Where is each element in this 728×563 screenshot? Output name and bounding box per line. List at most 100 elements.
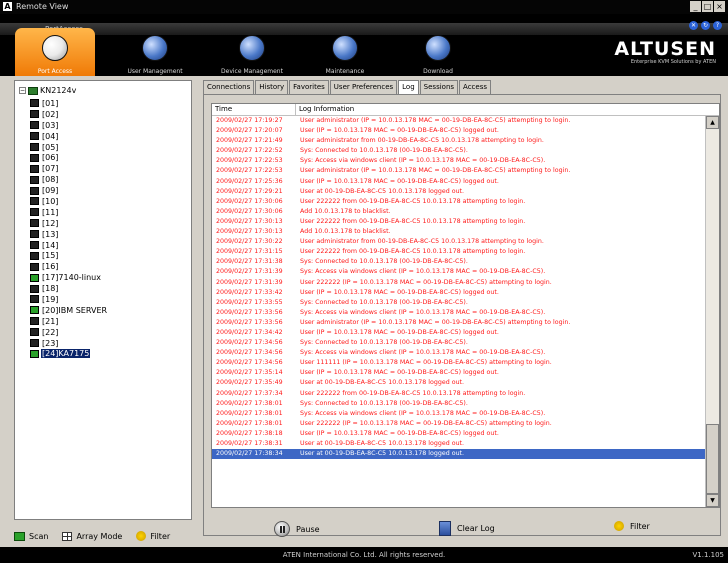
- pause-button[interactable]: Pause: [274, 521, 320, 537]
- log-row[interactable]: 2009/02/27 17:38:01 User 222222 (IP = 10.…: [212, 419, 706, 429]
- tree-port-item[interactable]: [15]: [30, 250, 108, 261]
- log-row[interactable]: 2009/02/27 17:29:21 User at 00-19-DB-EA-8…: [212, 187, 706, 197]
- log-row[interactable]: 2009/02/27 17:38:18 User (IP = 10.0.13.17…: [212, 429, 706, 439]
- tree-port-item[interactable]: [23]: [30, 338, 108, 349]
- log-row[interactable]: 2009/02/27 17:38:34 User at 00-19-DB-EA-8…: [212, 449, 706, 460]
- tree-port-item[interactable]: [08]: [30, 174, 108, 185]
- tree-port-item[interactable]: [02]: [30, 109, 108, 120]
- log-row[interactable]: 2009/02/27 17:35:49 User at 00-19-DB-EA-8…: [212, 378, 706, 388]
- tree-port-item[interactable]: [12]: [30, 218, 108, 229]
- tree-port-item[interactable]: [20]IBM SERVER: [30, 305, 108, 316]
- tree-port-item[interactable]: [03]: [30, 120, 108, 131]
- log-row[interactable]: 2009/02/27 17:35:14 User (IP = 10.0.13.17…: [212, 368, 706, 378]
- log-row[interactable]: 2009/02/27 17:38:01 Sys: Connected to 10.…: [212, 399, 706, 409]
- tree-port-item[interactable]: [24]KA7175: [30, 348, 108, 359]
- column-header-info[interactable]: Log Information: [296, 104, 719, 115]
- scroll-thumb[interactable]: [706, 424, 719, 494]
- collapse-icon[interactable]: −: [19, 87, 26, 94]
- tab-access[interactable]: Access: [459, 80, 491, 94]
- tree-port-item[interactable]: [16]: [30, 261, 108, 272]
- toolbar-user-management[interactable]: User Management: [115, 28, 195, 76]
- toolbar-port-access[interactable]: Port Access: [15, 28, 95, 76]
- log-row[interactable]: 2009/02/27 17:33:56 User administrator (I…: [212, 318, 706, 328]
- tree-port-item[interactable]: [22]: [30, 327, 108, 338]
- log-list[interactable]: Time Log Information 2009/02/27 17:19:27…: [211, 103, 720, 508]
- restore-icon[interactable]: □: [702, 1, 713, 12]
- tab-history[interactable]: History: [255, 80, 289, 94]
- log-row[interactable]: 2009/02/27 17:25:36 User (IP = 10.0.13.17…: [212, 177, 706, 187]
- tab-favorites[interactable]: Favorites: [289, 80, 329, 94]
- log-row[interactable]: 2009/02/27 17:22:53 Sys: Access via windo…: [212, 156, 706, 166]
- title-bar: A Remote View _ □ ×: [0, 0, 728, 14]
- scroll-down-icon[interactable]: ▼: [706, 494, 719, 507]
- tree-root[interactable]: − KN2124v: [19, 86, 76, 95]
- log-row[interactable]: 2009/02/27 17:34:56 User 111111 (IP = 10.…: [212, 358, 706, 368]
- tree-port-item[interactable]: [14]: [30, 240, 108, 251]
- tree-port-item[interactable]: [04]: [30, 131, 108, 142]
- log-row[interactable]: 2009/02/27 17:30:13 Add 10.0.13.178 to bl…: [212, 227, 706, 237]
- tree-port-label: [02]: [42, 109, 59, 119]
- clear-log-label: Clear Log: [457, 524, 495, 533]
- tree-port-item[interactable]: [06]: [30, 152, 108, 163]
- log-row[interactable]: 2009/02/27 17:31:15 User 222222 from 00-1…: [212, 247, 706, 257]
- filter-button[interactable]: Filter: [614, 521, 650, 531]
- log-row[interactable]: 2009/02/27 17:30:06 Add 10.0.13.178 to bl…: [212, 207, 706, 217]
- log-row[interactable]: 2009/02/27 17:37:34 User 222222 from 00-1…: [212, 389, 706, 399]
- log-scrollbar[interactable]: ▲ ▼: [705, 116, 719, 507]
- log-row[interactable]: 2009/02/27 17:38:01 Sys: Access via windo…: [212, 409, 706, 419]
- log-row[interactable]: 2009/02/27 17:34:56 Sys: Access via windo…: [212, 348, 706, 358]
- log-row[interactable]: 2009/02/27 17:31:38 Sys: Connected to 10.…: [212, 257, 706, 267]
- tree-port-label: [15]: [42, 251, 59, 261]
- log-row[interactable]: 2009/02/27 17:22:53 User administrator (I…: [212, 166, 706, 176]
- log-row[interactable]: 2009/02/27 17:30:22 User administrator fr…: [212, 237, 706, 247]
- column-header-time[interactable]: Time: [212, 104, 296, 115]
- tree-port-item[interactable]: [21]: [30, 316, 108, 327]
- port-tree[interactable]: − KN2124v [01] [02] [03] [04] [05] [06] [07] [0…: [14, 80, 192, 520]
- minimize-icon[interactable]: _: [690, 1, 701, 12]
- tree-port-item[interactable]: [01]: [30, 98, 108, 109]
- scroll-up-icon[interactable]: ▲: [706, 116, 719, 129]
- tree-port-item[interactable]: [09]: [30, 185, 108, 196]
- refresh-icon[interactable]: ↻: [701, 21, 710, 30]
- log-row[interactable]: 2009/02/27 17:30:13 User 222222 from 00-1…: [212, 217, 706, 227]
- tab-connections[interactable]: Connections: [203, 80, 255, 94]
- toolbar-maintenance[interactable]: Maintenance: [305, 28, 385, 76]
- settings-icon[interactable]: ✕: [689, 21, 698, 30]
- toolbar-item-label: Device Management: [221, 68, 283, 75]
- log-row[interactable]: 2009/02/27 17:31:39 Sys: Access via windo…: [212, 267, 706, 277]
- close-icon[interactable]: ×: [714, 1, 725, 12]
- tree-port-item[interactable]: [13]: [30, 229, 108, 240]
- log-row[interactable]: 2009/02/27 17:22:52 Sys: Connected to 10.…: [212, 146, 706, 156]
- tree-port-item[interactable]: [17]7140-linux: [30, 272, 108, 283]
- tree-port-item[interactable]: [10]: [30, 196, 108, 207]
- scan-button[interactable]: Scan: [14, 531, 48, 541]
- tree-port-item[interactable]: [05]: [30, 142, 108, 153]
- log-row[interactable]: 2009/02/27 17:33:56 Sys: Access via windo…: [212, 308, 706, 318]
- tree-port-item[interactable]: [18]: [30, 283, 108, 294]
- log-row[interactable]: 2009/02/27 17:19:27 User administrator (I…: [212, 116, 706, 126]
- log-row[interactable]: 2009/02/27 17:30:06 User 222222 from 00-1…: [212, 197, 706, 207]
- log-row[interactable]: 2009/02/27 17:34:56 Sys: Connected to 10.…: [212, 338, 706, 348]
- log-time-cell: 2009/02/27 17:29:21: [216, 187, 283, 195]
- log-row[interactable]: 2009/02/27 17:33:55 Sys: Connected to 10.…: [212, 298, 706, 308]
- help-icon[interactable]: ?: [713, 21, 722, 30]
- log-row[interactable]: 2009/02/27 17:21:49 User administrator fr…: [212, 136, 706, 146]
- filter-button-left[interactable]: Filter: [136, 531, 170, 541]
- clear-log-button[interactable]: Clear Log: [439, 521, 495, 536]
- log-row[interactable]: 2009/02/27 17:34:42 User (IP = 10.0.13.17…: [212, 328, 706, 338]
- array-mode-button[interactable]: Array Mode: [62, 531, 122, 541]
- grid-icon: [62, 531, 73, 541]
- toolbar-device-management[interactable]: Device Management: [212, 28, 292, 76]
- tree-port-item[interactable]: [07]: [30, 163, 108, 174]
- tab-user-preferences[interactable]: User Preferences: [329, 80, 398, 94]
- log-row[interactable]: 2009/02/27 17:31:39 User 222222 (IP = 10.…: [212, 278, 706, 288]
- log-row[interactable]: 2009/02/27 17:20:07 User (IP = 10.0.13.17…: [212, 126, 706, 136]
- tree-port-item[interactable]: [11]: [30, 207, 108, 218]
- toolbar-download[interactable]: Download: [398, 28, 478, 76]
- tree-port-item[interactable]: [19]: [30, 294, 108, 305]
- log-row[interactable]: 2009/02/27 17:38:31 User at 00-19-DB-EA-8…: [212, 439, 706, 449]
- tab-sessions[interactable]: Sessions: [419, 80, 459, 94]
- filter-label: Filter: [630, 521, 650, 531]
- tab-log[interactable]: Log: [398, 80, 419, 95]
- log-row[interactable]: 2009/02/27 17:33:42 User (IP = 10.0.13.17…: [212, 288, 706, 298]
